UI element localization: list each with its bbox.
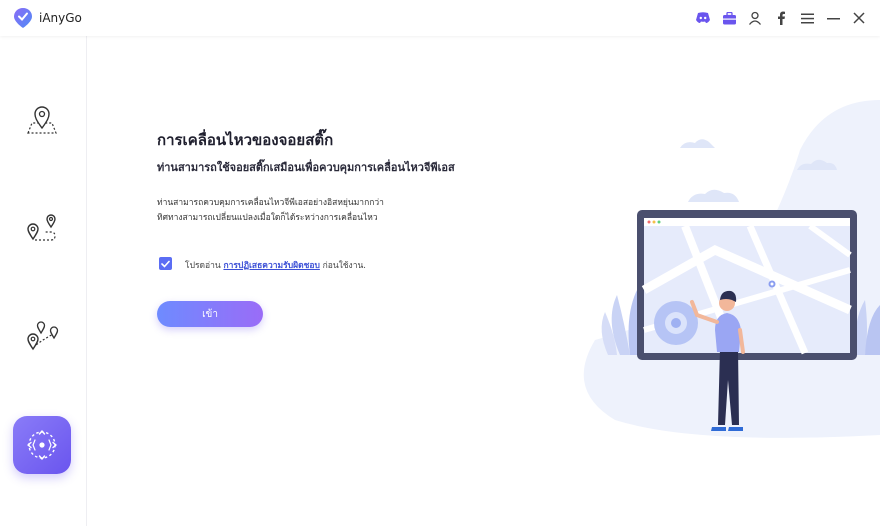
enter-button[interactable]: เข้า <box>157 301 263 327</box>
two-pins-route-icon <box>27 214 56 241</box>
toolbox-icon[interactable] <box>716 8 742 28</box>
location-pin-icon <box>27 106 57 134</box>
close-icon[interactable] <box>846 8 872 28</box>
agree-prefix: โปรดอ่าน <box>185 261 224 271</box>
joystick-icon <box>27 430 57 460</box>
map-illustration <box>583 100 880 438</box>
agree-checkbox[interactable] <box>159 257 172 270</box>
checkmark-icon <box>161 260 170 268</box>
page-subtitle: ท่านสามารถใช้จอยสติ๊กเสมือนเพื่อควบคุมกา… <box>157 161 455 174</box>
window-controls <box>690 8 872 28</box>
description: ท่านสามารถควบคุมการเคลื่อนไหวจีพีเอสอย่า… <box>157 196 457 226</box>
page-title: การเคลื่อนไหวของจอยสติ๊ก <box>157 131 334 149</box>
description-line-2: ทิศทางสามารถเปลี่ยนแปลงเมื่อใดก็ได้ระหว่… <box>157 213 378 223</box>
minimize-icon[interactable] <box>820 8 846 28</box>
multi-pins-route-icon <box>27 321 59 351</box>
sidebar-item-teleport[interactable] <box>13 90 71 148</box>
disclaimer-link[interactable]: การปฏิเสธความรับผิดชอบ <box>223 261 319 271</box>
discord-icon[interactable] <box>690 8 716 28</box>
menu-icon[interactable] <box>794 8 820 28</box>
sidebar-item-joystick[interactable] <box>13 416 71 474</box>
app-title: iAnyGo <box>39 11 82 25</box>
facebook-icon[interactable] <box>768 8 794 28</box>
mode-sidebar <box>0 36 87 526</box>
description-line-1: ท่านสามารถควบคุมการเคลื่อนไหวจีพีเอสอย่า… <box>157 198 384 208</box>
title-bar: iAnyGo <box>0 0 880 36</box>
sidebar-item-two-spot[interactable] <box>13 198 71 256</box>
app-logo-icon <box>14 8 32 28</box>
user-icon[interactable] <box>742 8 768 28</box>
sidebar-item-multi-spot[interactable] <box>13 306 71 364</box>
agree-suffix: ก่อนใช้งาน. <box>319 261 366 271</box>
agreement-text: โปรดอ่าน การปฏิเสธความรับผิดชอบ ก่อนใช้ง… <box>185 258 366 272</box>
